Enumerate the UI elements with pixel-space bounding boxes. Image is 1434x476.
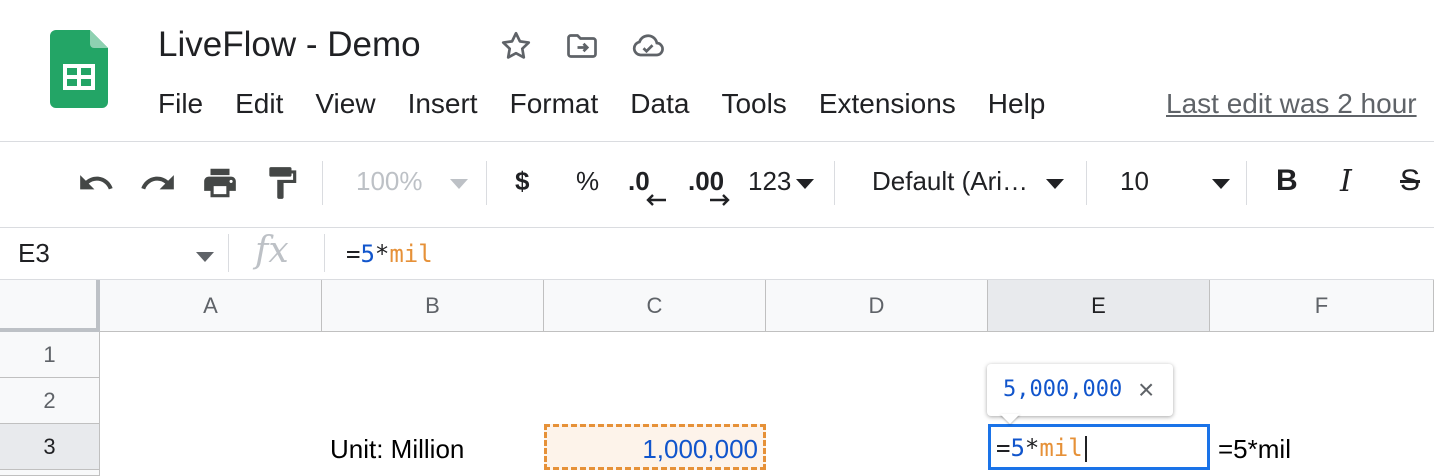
- formula-bar-separator: [324, 234, 325, 272]
- toolbar-separator: [1246, 161, 1247, 205]
- tooltip-arrow: [1000, 414, 1020, 424]
- formula-equals: =: [346, 240, 361, 268]
- formula-number: 5: [360, 240, 375, 268]
- cell-e3-editor[interactable]: =5*mil: [996, 434, 1087, 462]
- paint-format-icon[interactable]: [262, 163, 302, 203]
- column-header-b[interactable]: B: [322, 280, 544, 332]
- more-formats-button[interactable]: 123: [748, 166, 791, 197]
- column-header-a[interactable]: A: [100, 280, 322, 332]
- cell-formula-named-range: mil: [1039, 434, 1083, 462]
- print-icon[interactable]: [200, 163, 240, 203]
- menu-extensions[interactable]: Extensions: [819, 88, 956, 124]
- column-header-f[interactable]: F: [1210, 280, 1434, 332]
- arrow-right-icon: [710, 194, 730, 206]
- menu-view[interactable]: View: [315, 88, 375, 124]
- cell-f3[interactable]: =5*mil: [1218, 434, 1291, 465]
- close-icon[interactable]: ×: [1138, 374, 1154, 406]
- strikethrough-button[interactable]: S: [1400, 164, 1420, 198]
- column-header-e[interactable]: E: [988, 280, 1210, 332]
- cell-formula-number: 5: [1010, 434, 1025, 462]
- cell-formula-equals: =: [996, 434, 1011, 462]
- name-box-caret-icon[interactable]: [196, 252, 214, 262]
- cell-formula-operator: *: [1024, 434, 1040, 462]
- formula-input[interactable]: =5*mil: [346, 240, 433, 268]
- toolbar-separator: [322, 161, 323, 205]
- formula-operator: *: [374, 240, 390, 268]
- header-divider: [0, 141, 1434, 142]
- cell-b3[interactable]: Unit: Million: [330, 434, 464, 465]
- menu-tools[interactable]: Tools: [721, 88, 786, 124]
- font-size-select[interactable]: 10: [1120, 166, 1149, 197]
- menu-insert[interactable]: Insert: [408, 88, 478, 124]
- italic-button[interactable]: I: [1340, 164, 1352, 199]
- menu-file[interactable]: File: [158, 88, 203, 124]
- column-header-c[interactable]: C: [544, 280, 766, 332]
- document-title[interactable]: LiveFlow - Demo: [158, 25, 421, 65]
- toolbar-separator: [834, 161, 835, 205]
- tooltip-value: 5,000,000: [1003, 377, 1123, 402]
- menu-bar: File Edit View Insert Format Data Tools …: [158, 88, 1077, 124]
- cloud-saved-icon[interactable]: [630, 28, 666, 64]
- redo-icon[interactable]: [138, 163, 178, 203]
- sheets-logo-icon[interactable]: [50, 30, 108, 108]
- toolbar-separator: [1086, 161, 1087, 205]
- font-family-select[interactable]: Default (Ari…: [872, 166, 1028, 197]
- fx-icon: fx: [255, 230, 289, 271]
- star-icon[interactable]: [498, 28, 534, 64]
- font-size-caret-icon: [1212, 179, 1230, 189]
- row-header-3[interactable]: 3: [0, 424, 100, 470]
- toolbar-divider: [0, 227, 1434, 228]
- cell-c3: 1,000,000: [642, 434, 758, 464]
- column-header-d[interactable]: D: [766, 280, 988, 332]
- menu-help[interactable]: Help: [988, 88, 1046, 124]
- bold-button[interactable]: B: [1276, 164, 1298, 198]
- arrow-left-icon: [646, 194, 666, 206]
- formula-bar-separator: [228, 234, 229, 272]
- currency-format-button[interactable]: $: [515, 166, 529, 197]
- undo-icon[interactable]: [76, 163, 116, 203]
- toolbar-separator: [486, 161, 487, 205]
- formula-named-range: mil: [389, 240, 433, 268]
- font-family-caret-icon: [1046, 179, 1064, 189]
- menu-edit[interactable]: Edit: [235, 88, 283, 124]
- menu-format[interactable]: Format: [510, 88, 599, 124]
- menu-data[interactable]: Data: [630, 88, 689, 124]
- name-box[interactable]: E3: [18, 238, 50, 269]
- row-header-2[interactable]: 2: [0, 378, 100, 424]
- percent-format-button[interactable]: %: [576, 166, 599, 197]
- last-edit-link[interactable]: Last edit was 2 hour: [1166, 88, 1417, 120]
- text-cursor: [1084, 436, 1087, 462]
- zoom-select[interactable]: 100%: [356, 166, 423, 197]
- select-all-corner[interactable]: [0, 280, 100, 332]
- row-header-4[interactable]: [0, 470, 100, 476]
- move-folder-icon[interactable]: [564, 28, 600, 64]
- more-formats-caret-icon: [796, 179, 814, 189]
- row-header-1[interactable]: 1: [0, 332, 100, 378]
- zoom-caret-icon: [450, 179, 468, 189]
